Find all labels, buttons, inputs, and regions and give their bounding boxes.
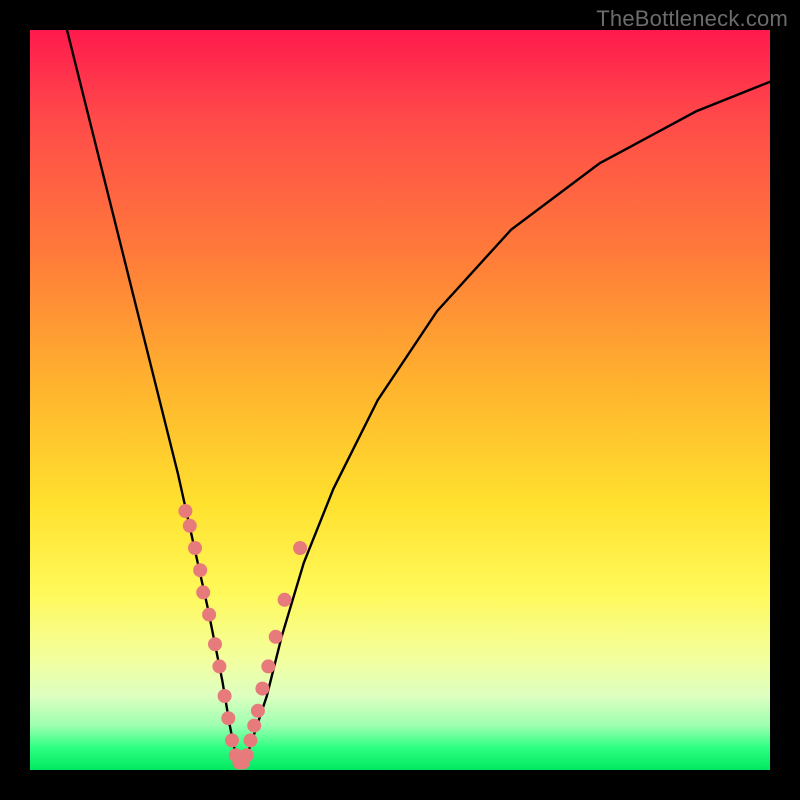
sample-dot [269, 630, 283, 644]
sample-dot [202, 608, 216, 622]
sample-dot [255, 682, 269, 696]
sample-dot [221, 711, 235, 725]
sample-dot [193, 563, 207, 577]
sample-dot [212, 659, 226, 673]
sample-dot [188, 541, 202, 555]
outer-frame: TheBottleneck.com [0, 0, 800, 800]
sample-dot [293, 541, 307, 555]
sample-dot [278, 593, 292, 607]
sample-dot [225, 733, 239, 747]
sample-dot [261, 659, 275, 673]
sample-dots [178, 504, 307, 770]
bottleneck-curve [67, 30, 770, 763]
sample-dot [183, 519, 197, 533]
sample-dot [244, 733, 258, 747]
sample-dot [196, 585, 210, 599]
watermark-text: TheBottleneck.com [596, 6, 788, 32]
sample-dot [240, 748, 254, 762]
curve-layer [30, 30, 770, 770]
sample-dot [218, 689, 232, 703]
sample-dot [251, 704, 265, 718]
sample-dot [208, 637, 222, 651]
plot-area [30, 30, 770, 770]
sample-dot [247, 719, 261, 733]
sample-dot [178, 504, 192, 518]
